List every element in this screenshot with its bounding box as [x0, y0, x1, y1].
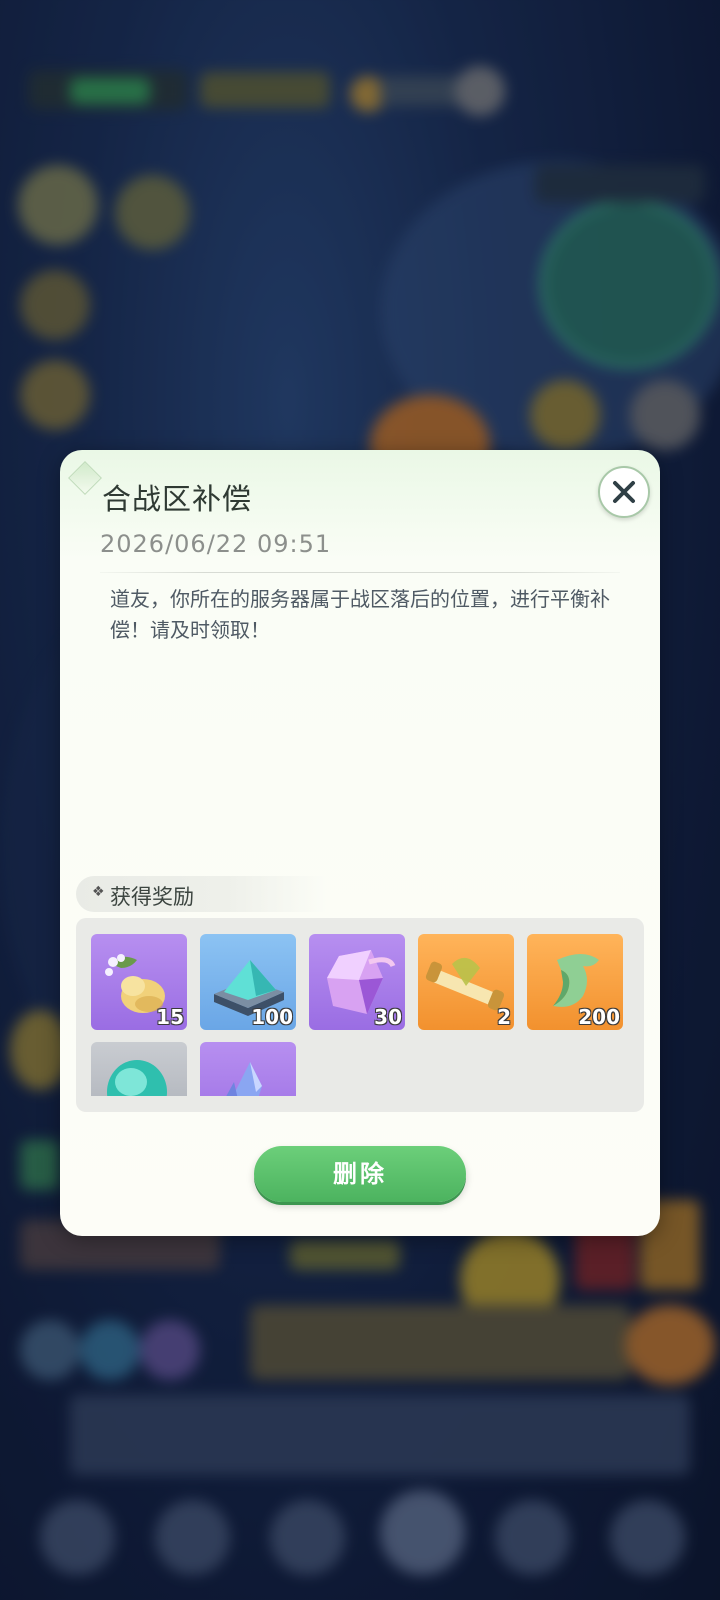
reward-item[interactable]: 200	[527, 934, 623, 1030]
reward-item[interactable]: 30	[309, 934, 405, 1030]
diamond-bullet-icon: ❖	[92, 884, 105, 900]
reward-quantity: 2	[497, 1005, 511, 1029]
reward-section-header: ❖ 获得奖励	[76, 876, 326, 912]
close-button[interactable]	[598, 466, 650, 518]
mail-dialog: 合战区补偿 2026/06/22 09:51 道友，你所在的服务器属于战区落后的…	[60, 450, 660, 1236]
reward-item[interactable]	[200, 1042, 296, 1096]
reward-quantity: 15	[156, 1005, 184, 1029]
blue-shard-icon	[226, 1062, 262, 1096]
divider	[100, 572, 620, 573]
mail-body: 道友，你所在的服务器属于战区落后的位置，进行平衡补偿！请及时领取！	[110, 587, 610, 642]
delete-button[interactable]: 删除	[254, 1146, 466, 1202]
close-icon	[613, 481, 635, 503]
reward-grid[interactable]: 15 100 30 2 200	[76, 918, 644, 1112]
reward-item[interactable]: 2	[418, 934, 514, 1030]
reward-item[interactable]: 100	[200, 934, 296, 1030]
title-ornament-icon	[68, 461, 102, 495]
reward-quantity: 200	[578, 1005, 620, 1029]
reward-section-label: 获得奖励	[110, 885, 194, 909]
reward-item[interactable]	[91, 1042, 187, 1096]
reward-quantity: 100	[251, 1005, 293, 1029]
reward-item[interactable]: 15	[91, 934, 187, 1030]
turquoise-gem-icon	[107, 1060, 167, 1096]
mail-date: 2026/06/22 09:51	[100, 530, 332, 558]
reward-quantity: 30	[374, 1005, 402, 1029]
mail-title: 合战区补偿	[102, 482, 253, 516]
